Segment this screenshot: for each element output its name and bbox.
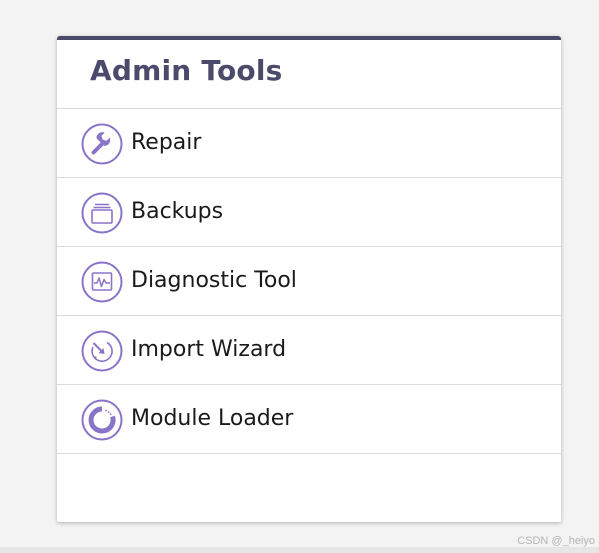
admin-tools-panel: Admin Tools Repair Backups Diagnostic To… [57, 36, 561, 522]
import-wizard-icon [81, 330, 123, 372]
tool-item-module-loader[interactable]: Module Loader [57, 385, 561, 454]
backup-icon [81, 192, 123, 234]
wrench-icon [81, 123, 123, 165]
tool-label-repair: Repair [131, 130, 202, 155]
tool-label-import-wizard: Import Wizard [131, 337, 287, 362]
tool-item-diagnostic-tool[interactable]: Diagnostic Tool [57, 247, 561, 316]
pulse-monitor-icon [81, 261, 123, 303]
watermark: CSDN @_heiyo [517, 535, 595, 547]
panel-title: Admin Tools [90, 54, 283, 87]
tool-label-backups: Backups [131, 199, 224, 224]
bottom-strip [0, 547, 599, 553]
tool-label-module-loader: Module Loader [131, 406, 294, 431]
loader-icon [81, 399, 123, 441]
tool-item-import-wizard[interactable]: Import Wizard [57, 316, 561, 385]
panel-header: Admin Tools [57, 40, 561, 109]
tool-item-backups[interactable]: Backups [57, 178, 561, 247]
tool-item-repair[interactable]: Repair [57, 109, 561, 178]
tool-label-diagnostic-tool: Diagnostic Tool [131, 268, 297, 293]
tool-list: Repair Backups Diagnostic Tool Import Wi… [57, 109, 561, 454]
